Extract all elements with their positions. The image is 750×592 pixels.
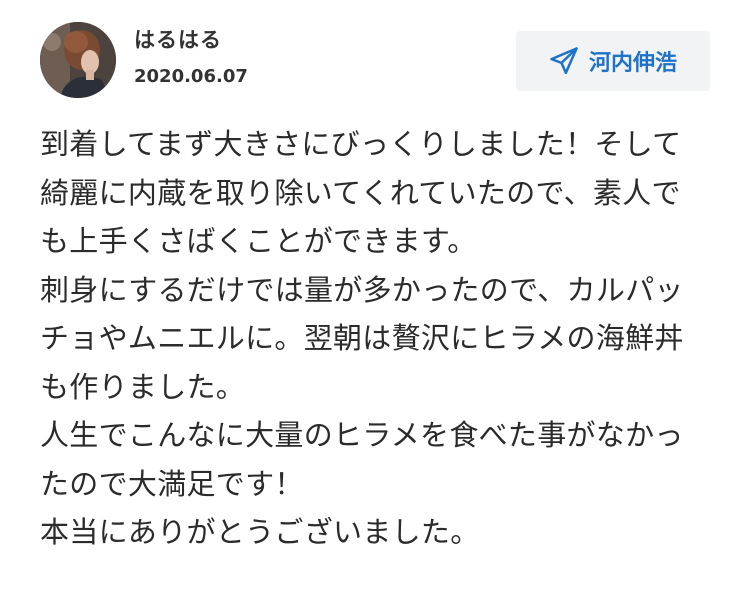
recipient-name: 河内伸浩 [588, 51, 677, 76]
avatar-photo-icon [40, 22, 116, 98]
review-line: チョやムニエルに。翌朝は贅沢にヒラメの海鮮丼 [40, 321, 684, 355]
paper-plane-icon [549, 46, 579, 76]
review-line: も作りました。 [40, 369, 246, 404]
review-body: 到着してまず大きさにびっくりしました！そして 綺麗に内蔵を取り除いてくれていたの… [40, 120, 710, 557]
recipient-button[interactable]: 河内伸浩 [516, 31, 710, 91]
review-line: 刺身にするだけでは量が多かったので、カルパッ [40, 272, 684, 307]
review-line: も上手くさばくことができます。 [40, 224, 477, 258]
review-line: 人生でこんなに大量のヒラメを食べた事がなかっ [40, 418, 684, 452]
review-line: 到着してまず大きさにびっくりしました！そして [40, 127, 682, 161]
user-avatar[interactable] [40, 22, 116, 98]
review-card: はるはる 2020.06.07 河内伸浩 到着してまず大きさにびっくりしました！… [0, 0, 750, 592]
user-name: はるはる [134, 28, 222, 52]
post-date: 2020.06.07 [134, 66, 248, 87]
review-line: 綺麗に内蔵を取り除いてくれていたので、素人で [40, 175, 681, 210]
review-line: たので大満足です！ [40, 466, 304, 501]
review-line: 本当にありがとうございました。 [40, 515, 480, 549]
